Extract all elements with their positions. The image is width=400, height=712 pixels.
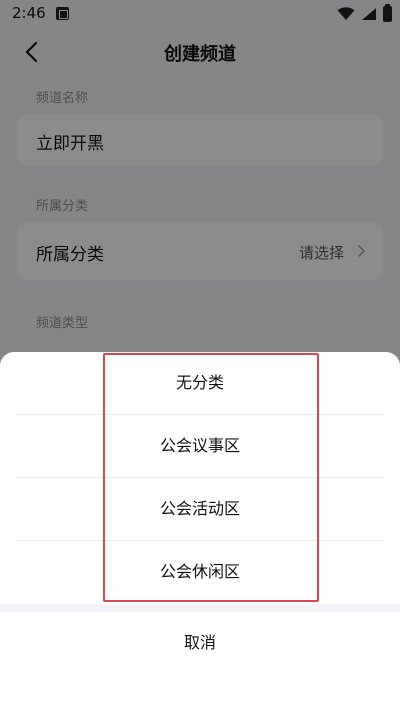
category-action-sheet: 无分类 公会议事区 公会活动区 公会休闲区 取消: [0, 352, 400, 712]
option-no-category[interactable]: 无分类: [0, 352, 400, 414]
option-guild-meeting[interactable]: 公会议事区: [0, 415, 400, 477]
option-guild-leisure[interactable]: 公会休闲区: [0, 541, 400, 603]
create-channel-screen: 2:46 创建频道 频道名称 立即开黑 所属分类 所属分类 请选择 频道类型 无…: [0, 0, 400, 712]
cancel-button[interactable]: 取消: [0, 612, 400, 674]
option-guild-activity[interactable]: 公会活动区: [0, 478, 400, 540]
sheet-separator: [0, 604, 400, 612]
